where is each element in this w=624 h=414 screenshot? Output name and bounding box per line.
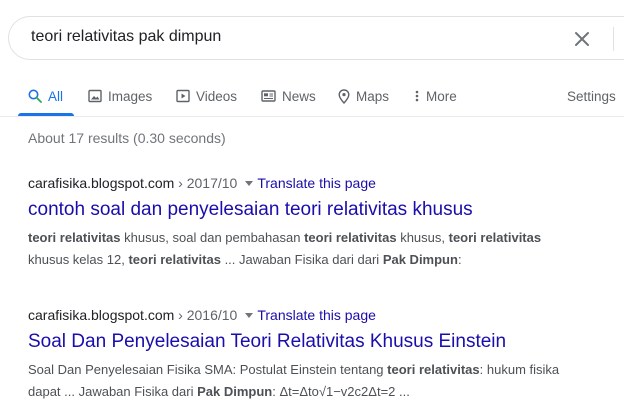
snippet-text: ... Jawaban Fisika dari dari bbox=[220, 252, 383, 267]
tab-news-label: News bbox=[282, 88, 316, 104]
settings-label: Settings bbox=[567, 88, 616, 104]
tab-all[interactable]: All bbox=[28, 85, 63, 107]
search-result: carafisika.blogspot.com › 2017/10 Transla… bbox=[28, 174, 618, 271]
result-snippet: teori relativitas khusus, soal dan pemba… bbox=[28, 227, 618, 271]
snippet-keyword: teori relativitas bbox=[387, 362, 480, 377]
tab-maps[interactable]: Maps bbox=[338, 85, 389, 107]
search-tabs: All Images Videos News Maps More Setting… bbox=[0, 78, 624, 116]
snippet-keyword: teori relativitas bbox=[448, 230, 542, 245]
result-path: › 2017/10 bbox=[174, 175, 238, 191]
tab-news[interactable]: News bbox=[261, 85, 316, 107]
snippet-line: Soal Dan Penyelesaian Fisika SMA: Postul… bbox=[28, 359, 618, 381]
snippet-keyword: Pak Dimpun bbox=[197, 384, 273, 399]
tab-images[interactable]: Images bbox=[88, 85, 152, 107]
snippet-text: khusus, soal dan pembahasan bbox=[120, 230, 305, 245]
result-snippet: Soal Dan Penyelesaian Fisika SMA: Postul… bbox=[28, 359, 618, 403]
search-bar-divider bbox=[613, 27, 614, 51]
snippet-keyword: Pak Dimpun bbox=[382, 252, 458, 267]
tab-more[interactable]: More bbox=[414, 85, 457, 107]
snippet-text: khusus kelas 12, bbox=[28, 252, 129, 267]
snippet-line: teori relativitas khusus, soal dan pemba… bbox=[28, 227, 618, 249]
tab-more-label: More bbox=[426, 88, 457, 104]
snippet-text: Soal Dan Penyelesaian Fisika SMA: Postul… bbox=[28, 362, 388, 377]
translate-link[interactable]: Translate this page bbox=[257, 175, 376, 191]
result-title-link[interactable]: Soal Dan Penyelesaian Teori Relativitas … bbox=[28, 329, 618, 355]
search-box[interactable]: teori relativitas pak dimpun bbox=[8, 16, 624, 60]
snippet-keyword: teori relativitas bbox=[28, 230, 121, 245]
snippet-text: khusus, bbox=[396, 230, 449, 245]
map-pin-icon bbox=[338, 88, 350, 104]
snippet-line: dapat ... Jawaban Fisika dari Pak Dimpun… bbox=[28, 381, 618, 403]
search-input[interactable]: teori relativitas pak dimpun bbox=[31, 28, 221, 46]
chevron-down-icon[interactable] bbox=[245, 180, 254, 186]
result-cite: carafisika.blogspot.com › 2016/10 Transla… bbox=[28, 306, 618, 324]
search-result: carafisika.blogspot.com › 2016/10 Transla… bbox=[28, 306, 618, 403]
chevron-down-icon[interactable] bbox=[245, 312, 254, 318]
tabs-divider bbox=[0, 116, 624, 117]
more-dots-icon bbox=[415, 90, 419, 102]
tab-videos[interactable]: Videos bbox=[176, 85, 237, 107]
tab-all-label: All bbox=[48, 88, 64, 104]
result-domain: carafisika.blogspot.com bbox=[28, 307, 175, 323]
settings-link[interactable]: Settings bbox=[567, 85, 616, 107]
snippet-keyword: teori relativitas bbox=[128, 252, 221, 267]
snippet-text: : hukum fisika bbox=[479, 362, 560, 377]
result-title-link[interactable]: contoh soal dan penyelesaian teori relat… bbox=[28, 197, 618, 223]
translate-link[interactable]: Translate this page bbox=[257, 307, 376, 323]
tab-videos-label: Videos bbox=[196, 88, 238, 104]
snippet-text: : bbox=[457, 252, 462, 267]
result-domain: carafisika.blogspot.com bbox=[28, 175, 175, 191]
snippet-keyword: teori relativitas bbox=[304, 230, 397, 245]
snippet-text: dapat ... Jawaban Fisika dari bbox=[28, 384, 198, 399]
snippet-line: khusus kelas 12, teori relativitas ... J… bbox=[28, 249, 618, 271]
result-cite: carafisika.blogspot.com › 2017/10 Transla… bbox=[28, 174, 618, 192]
video-icon bbox=[176, 89, 190, 103]
result-path: › 2016/10 bbox=[174, 307, 238, 323]
search-icon bbox=[28, 89, 42, 103]
snippet-text: : Δt=Δto√1−v2c2Δt=2 ... bbox=[272, 384, 410, 399]
close-icon[interactable] bbox=[572, 29, 592, 49]
image-icon bbox=[88, 89, 102, 103]
news-icon bbox=[261, 90, 276, 102]
tab-images-label: Images bbox=[108, 88, 153, 104]
result-stats: About 17 results (0.30 seconds) bbox=[28, 130, 226, 146]
tab-maps-label: Maps bbox=[356, 88, 390, 104]
